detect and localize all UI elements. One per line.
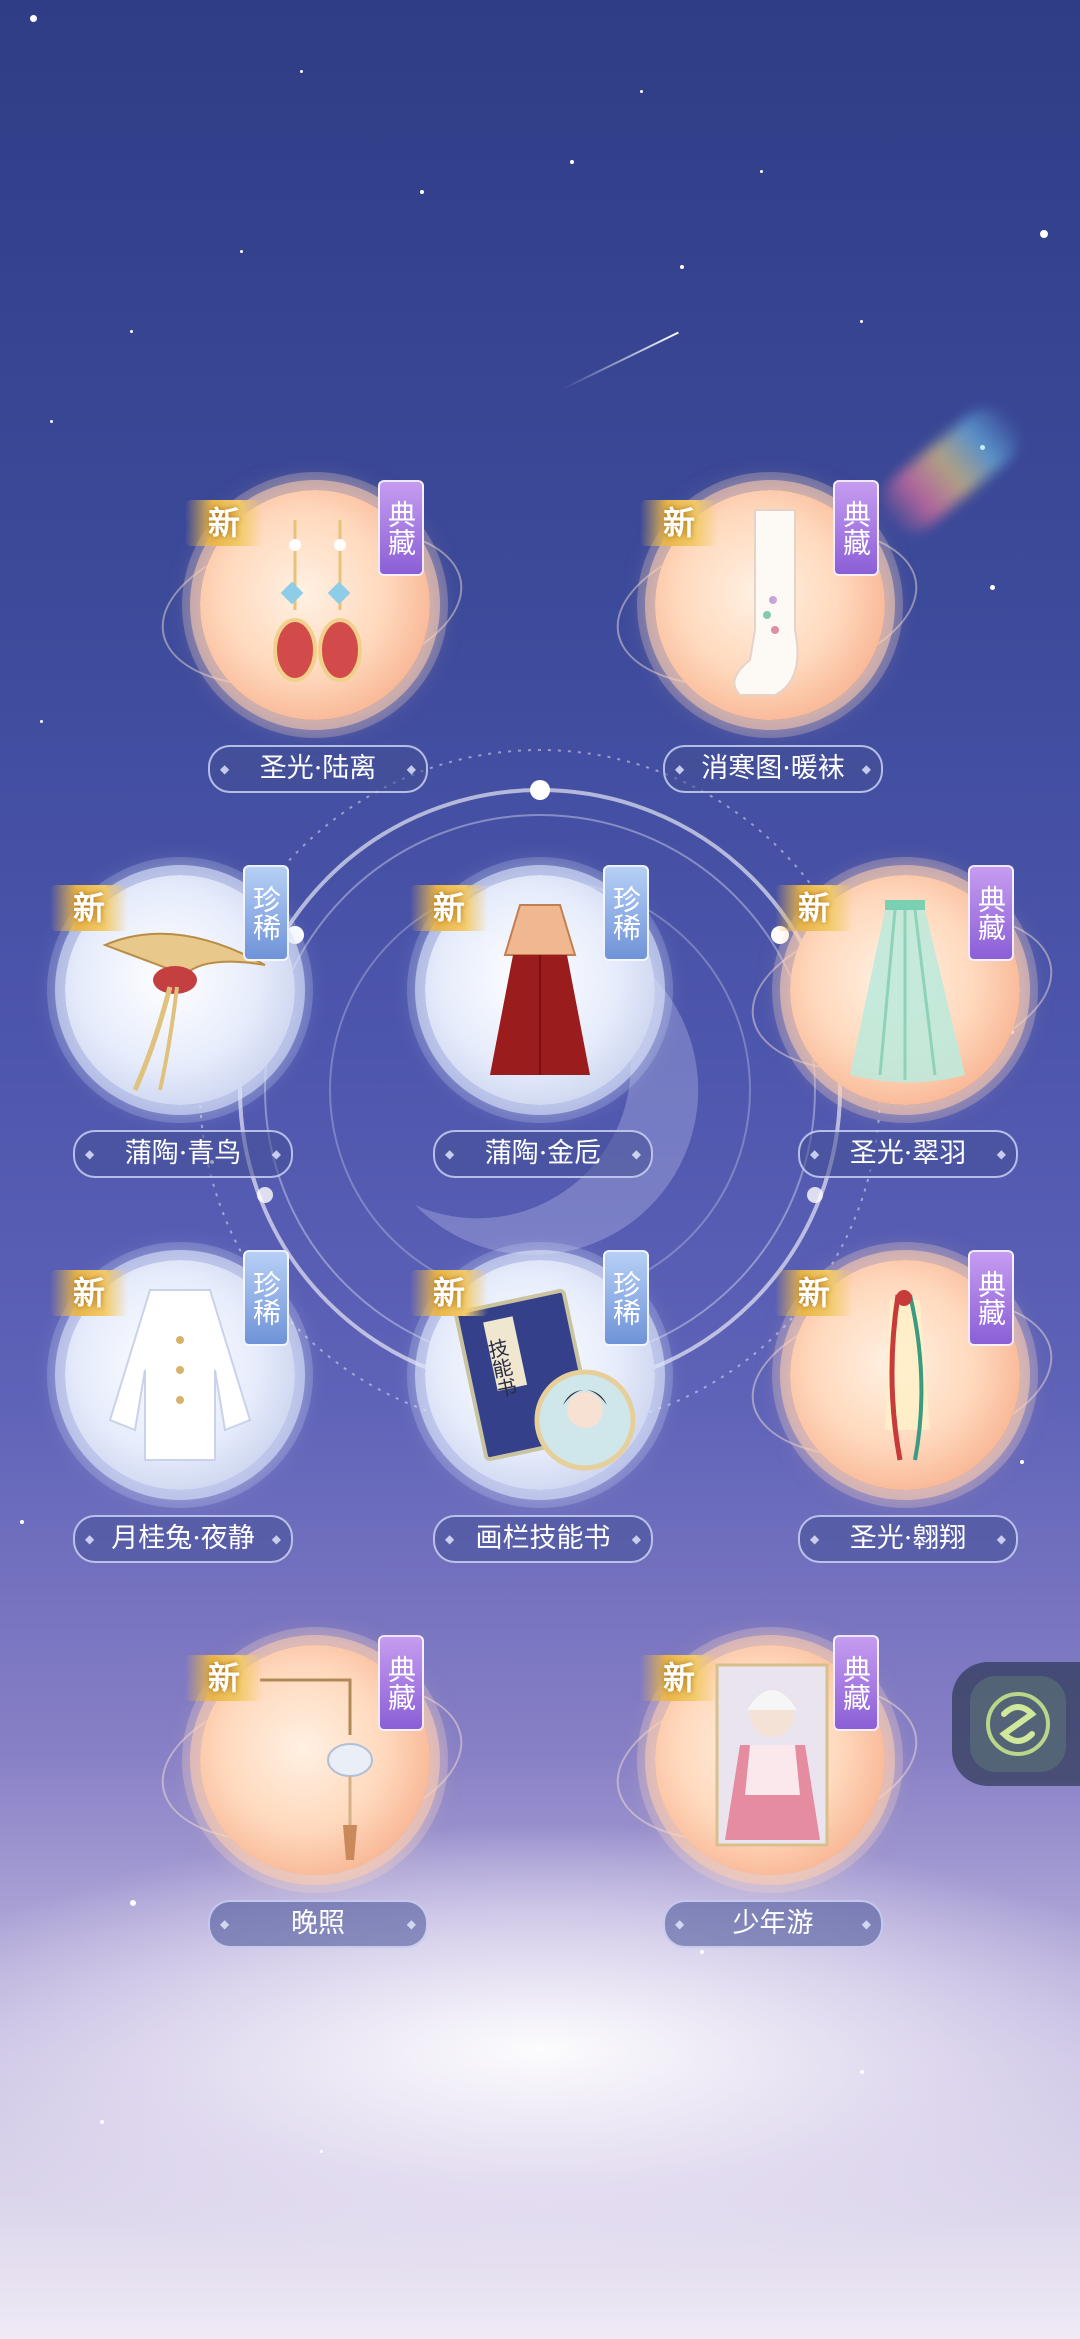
item-name: 蒲陶·金卮 — [433, 1130, 653, 1178]
item-slot-card[interactable]: 新 典藏 少年游 — [603, 1635, 931, 1985]
item-slot-dress[interactable]: 新 珍稀 蒲陶·金卮 — [385, 865, 665, 1215]
new-badge: 新 — [640, 500, 718, 546]
item-slot-lantern[interactable]: 新 典藏 晚照 — [148, 1635, 476, 1985]
new-badge: 新 — [185, 500, 263, 546]
new-badge: 新 — [640, 1655, 718, 1701]
item-name: 圣光·翱翔 — [798, 1515, 1018, 1563]
item-slot-socks[interactable]: 新 典藏 消寒图·暖袜 — [603, 480, 931, 830]
item-slot-jacket[interactable]: 新 珍稀 月桂兔·夜静 — [25, 1250, 305, 1600]
item-name: 画栏技能书 — [433, 1515, 653, 1563]
new-badge: 新 — [410, 885, 488, 931]
rarity-badge: 珍稀 — [243, 865, 289, 961]
new-badge: 新 — [410, 1270, 488, 1316]
swirl-s-icon — [986, 1692, 1050, 1756]
item-name: 圣光·翠羽 — [798, 1130, 1018, 1178]
rarity-badge: 典藏 — [378, 480, 424, 576]
item-name: 蒲陶·青鸟 — [73, 1130, 293, 1178]
item-slot-ribbon[interactable]: 新 典藏 圣光·翱翔 — [738, 1250, 1066, 1600]
rarity-badge: 典藏 — [968, 865, 1014, 961]
item-name: 晚照 — [208, 1900, 428, 1948]
side-floating-button[interactable] — [952, 1662, 1080, 1786]
rarity-badge: 珍稀 — [603, 1250, 649, 1346]
new-badge: 新 — [185, 1655, 263, 1701]
shooting-star — [561, 331, 679, 391]
rarity-badge: 典藏 — [833, 1635, 879, 1731]
rarity-badge: 典藏 — [378, 1635, 424, 1731]
new-badge: 新 — [775, 1270, 853, 1316]
rarity-badge: 珍稀 — [603, 865, 649, 961]
item-slot-veil[interactable]: 新 典藏 圣光·翠羽 — [738, 865, 1066, 1215]
item-name: 少年游 — [663, 1900, 883, 1948]
item-slot-earrings[interactable]: 新 典藏 圣光·陆离 — [148, 480, 476, 830]
side-button-inner — [970, 1676, 1066, 1772]
rarity-badge: 典藏 — [833, 480, 879, 576]
item-slot-skill-book[interactable]: 技能书 新 珍稀 画栏技能书 — [385, 1250, 665, 1600]
rarity-badge: 珍稀 — [243, 1250, 289, 1346]
item-name: 月桂兔·夜静 — [73, 1515, 293, 1563]
item-name: 圣光·陆离 — [208, 745, 428, 793]
rarity-badge: 典藏 — [968, 1250, 1014, 1346]
new-badge: 新 — [775, 885, 853, 931]
new-badge: 新 — [50, 1270, 128, 1316]
item-slot-bird[interactable]: 新 珍稀 蒲陶·青鸟 — [25, 865, 305, 1215]
item-name: 消寒图·暖袜 — [663, 745, 883, 793]
new-badge: 新 — [50, 885, 128, 931]
